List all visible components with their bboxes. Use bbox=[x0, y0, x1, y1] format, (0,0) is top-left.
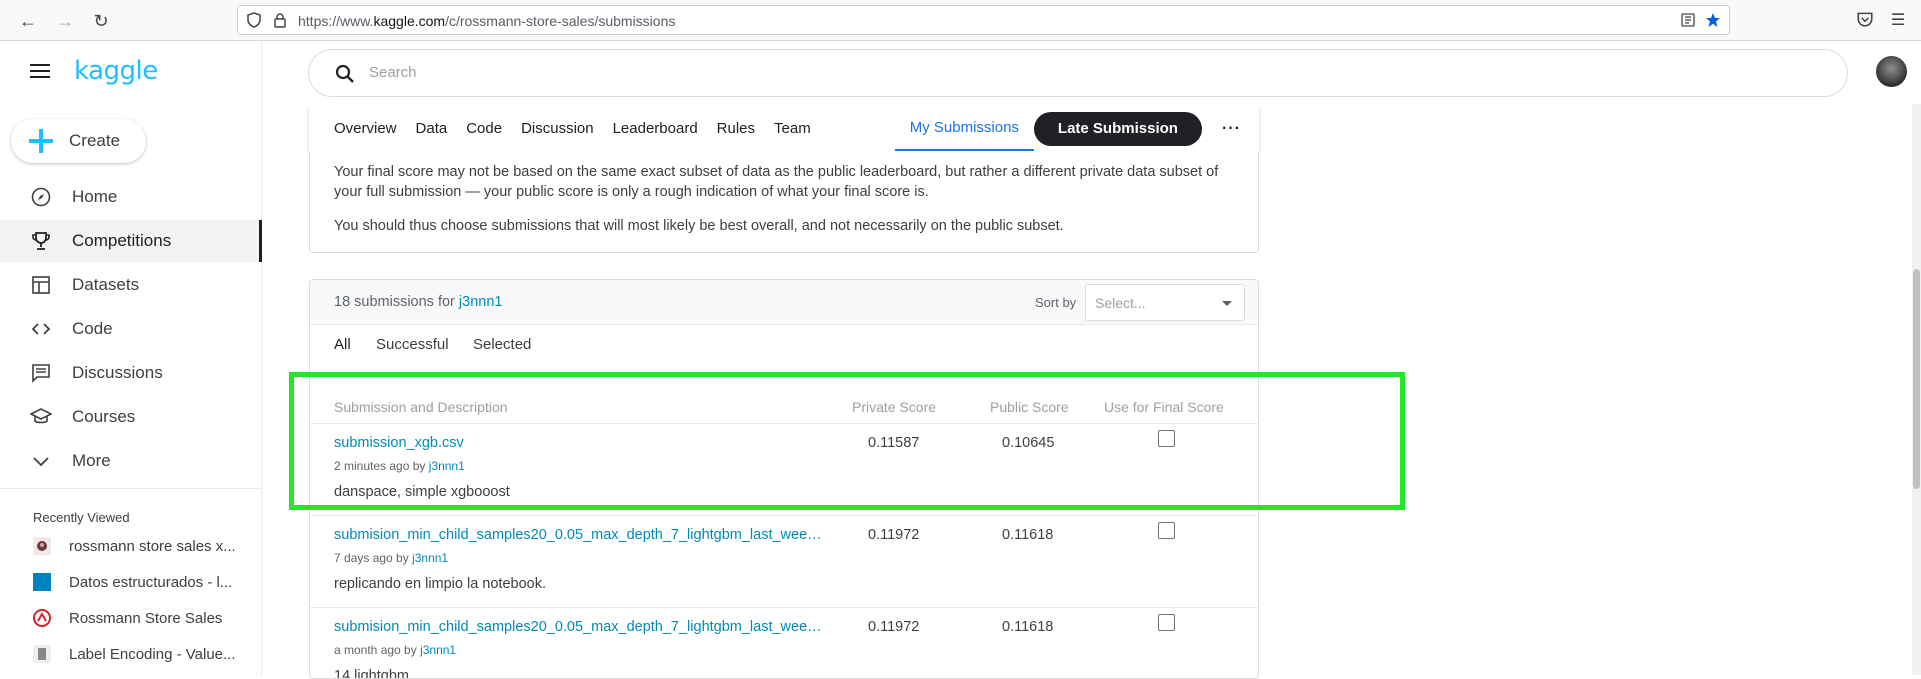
filter-selected[interactable]: Selected bbox=[473, 336, 531, 353]
browser-toolbar: ← → ↻ https://www.kaggle.com/c/rossmann-… bbox=[0, 0, 1921, 41]
kaggle-logo[interactable]: kaggle bbox=[74, 56, 158, 86]
filter-successful[interactable]: Successful bbox=[376, 336, 449, 353]
sidebar-divider bbox=[0, 488, 261, 489]
public-score: 0.11618 bbox=[1002, 619, 1054, 635]
competition-tabs: Overview Data Code Discussion Leaderboar… bbox=[309, 106, 1259, 151]
submission-description: replicando en limpio la notebook. bbox=[334, 576, 546, 592]
final-score-checkbox[interactable] bbox=[1158, 522, 1175, 539]
submission-meta: a month ago by j3nnn1 bbox=[334, 643, 457, 657]
notebook-thumbnail-icon bbox=[33, 645, 51, 663]
sidebar-item-more[interactable]: More bbox=[0, 440, 262, 482]
chevron-down-icon bbox=[30, 450, 52, 472]
reload-icon[interactable]: ↻ bbox=[89, 9, 113, 33]
lock-icon[interactable] bbox=[272, 12, 288, 28]
address-bar[interactable]: https://www.kaggle.com/c/rossmann-store-… bbox=[237, 5, 1730, 35]
sidebar-item-code[interactable]: Code bbox=[0, 308, 262, 350]
tab-code[interactable]: Code bbox=[466, 106, 502, 151]
recent-item[interactable]: Label Encoding - Value... bbox=[0, 639, 262, 669]
page-scrollbar[interactable] bbox=[1912, 104, 1921, 675]
url-text: https://www.kaggle.com/c/rossmann-store-… bbox=[298, 13, 676, 29]
code-icon bbox=[30, 318, 52, 340]
table-row: submision_min_child_samples20_0.05_max_d… bbox=[310, 608, 1258, 679]
sort-label: Sort by bbox=[1035, 295, 1077, 310]
private-score: 0.11972 bbox=[868, 527, 920, 543]
sidebar-item-datasets[interactable]: Datasets bbox=[0, 264, 262, 306]
submission-meta: 7 days ago by j3nnn1 bbox=[334, 551, 449, 565]
create-button[interactable]: Create bbox=[11, 119, 146, 163]
compass-icon bbox=[30, 186, 52, 208]
forward-arrow-icon[interactable]: → bbox=[53, 9, 77, 33]
submission-count: 18 submissions for j3nnn1 bbox=[334, 294, 503, 310]
tab-my-submissions[interactable]: My Submissions bbox=[894, 106, 1034, 151]
sidebar-item-home[interactable]: Home bbox=[0, 176, 262, 218]
user-link[interactable]: j3nnn1 bbox=[420, 643, 456, 657]
course-thumbnail-icon bbox=[33, 573, 51, 591]
late-submission-button[interactable]: Late Submission bbox=[1033, 111, 1202, 146]
recent-item[interactable]: Rossmann Store Sales bbox=[0, 603, 262, 633]
search-icon bbox=[335, 64, 354, 83]
tab-rules[interactable]: Rules bbox=[717, 106, 755, 151]
info-paragraph: You should thus choose submissions that … bbox=[334, 218, 1064, 234]
comments-icon bbox=[30, 362, 52, 384]
caret-down-icon bbox=[1222, 301, 1232, 306]
more-options-icon[interactable]: ··· bbox=[1222, 120, 1241, 138]
sort-select[interactable]: Select... bbox=[1085, 284, 1245, 321]
final-score-checkbox[interactable] bbox=[1158, 614, 1175, 631]
plus-icon bbox=[27, 127, 55, 155]
pocket-icon[interactable] bbox=[1855, 10, 1875, 30]
recent-item[interactable]: Datos estructurados - l... bbox=[0, 567, 262, 597]
hamburger-menu-icon[interactable] bbox=[30, 64, 50, 78]
shield-icon[interactable] bbox=[246, 12, 262, 28]
search-bar[interactable]: Search bbox=[308, 49, 1848, 97]
sidebar-item-courses[interactable]: Courses bbox=[0, 396, 262, 438]
search-input[interactable]: Search bbox=[369, 64, 417, 81]
filter-all[interactable]: All bbox=[334, 336, 351, 353]
tab-data[interactable]: Data bbox=[416, 106, 448, 151]
highlight-box bbox=[289, 372, 1405, 510]
bookmark-star-icon[interactable] bbox=[1705, 12, 1721, 28]
submission-file-link[interactable]: submision_min_child_samples20_0.05_max_d… bbox=[334, 619, 824, 635]
rossmann-logo-icon bbox=[33, 609, 51, 627]
user-link[interactable]: j3nnn1 bbox=[412, 551, 448, 565]
avatar[interactable] bbox=[1876, 56, 1907, 87]
school-icon bbox=[30, 406, 52, 428]
recent-item[interactable]: rossmann store sales x... bbox=[0, 531, 262, 561]
final-score-info: Your final score may not be based on the… bbox=[309, 151, 1259, 253]
tab-discussion[interactable]: Discussion bbox=[521, 106, 594, 151]
app-menu-icon[interactable]: ☰ bbox=[1888, 10, 1908, 30]
scrollbar-thumb[interactable] bbox=[1913, 269, 1920, 489]
public-score: 0.11618 bbox=[1002, 527, 1054, 543]
table-icon bbox=[30, 274, 52, 296]
recently-viewed-title: Recently Viewed bbox=[33, 510, 130, 525]
submissions-header: 18 submissions for j3nnn1 Sort by Select… bbox=[310, 280, 1258, 325]
notebook-thumbnail-icon bbox=[33, 537, 51, 555]
tab-team[interactable]: Team bbox=[774, 106, 811, 151]
sidebar-item-discussions[interactable]: Discussions bbox=[0, 352, 262, 394]
tab-leaderboard[interactable]: Leaderboard bbox=[613, 106, 698, 151]
user-link[interactable]: j3nnn1 bbox=[459, 294, 503, 310]
submission-file-link[interactable]: submision_min_child_samples20_0.05_max_d… bbox=[334, 527, 824, 543]
table-row: submision_min_child_samples20_0.05_max_d… bbox=[310, 516, 1258, 608]
info-paragraph: Your final score may not be based on the… bbox=[334, 164, 1219, 200]
back-arrow-icon[interactable]: ← bbox=[16, 9, 40, 33]
sidebar-item-competitions[interactable]: Competitions bbox=[0, 220, 262, 262]
submission-description: 14 lightgbm bbox=[334, 668, 409, 679]
private-score: 0.11972 bbox=[868, 619, 920, 635]
trophy-icon bbox=[30, 230, 52, 252]
reader-view-icon[interactable] bbox=[1680, 12, 1696, 28]
tab-overview[interactable]: Overview bbox=[334, 106, 397, 151]
